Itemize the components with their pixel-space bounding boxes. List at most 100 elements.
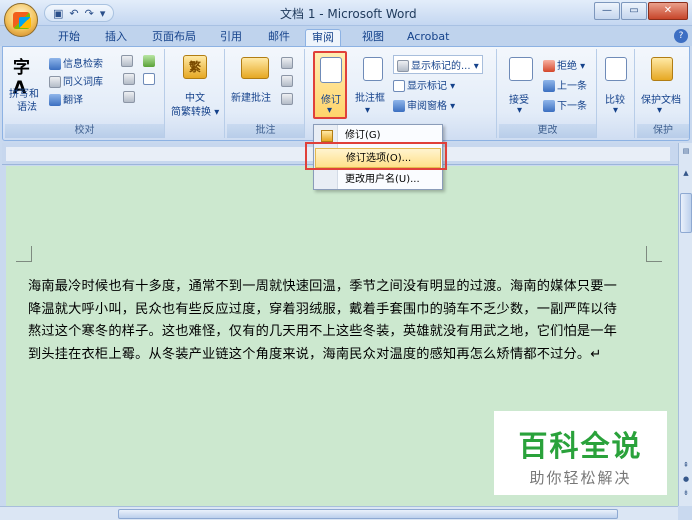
- thesaurus-button[interactable]: 同义词库: [49, 73, 103, 88]
- office-button[interactable]: [4, 3, 38, 37]
- chinese-conversion-button[interactable]: 简繁转换 ▾: [171, 103, 219, 118]
- word-count-icon: [143, 55, 155, 67]
- translation-tip-icon: [123, 73, 135, 85]
- minimize-button[interactable]: —: [594, 2, 620, 20]
- margin-corner-right: [646, 246, 662, 262]
- undo-icon[interactable]: ↶: [69, 7, 78, 20]
- menu-item-change-user-name[interactable]: 更改用户名(U)...: [315, 170, 441, 190]
- group-compare: 比较 ▾: [599, 49, 635, 138]
- tab-page-layout[interactable]: 页面布局: [146, 29, 202, 46]
- save-icon[interactable]: ▣: [53, 7, 63, 20]
- translation-tip-button[interactable]: [123, 73, 137, 85]
- next-comment-icon: [281, 93, 293, 105]
- close-button[interactable]: ✕: [648, 2, 688, 20]
- tab-mailings[interactable]: 邮件: [262, 29, 296, 46]
- ruler-toggle-icon[interactable]: ▤: [680, 145, 692, 157]
- group-protect: 保护文档 ▾ 保护: [637, 49, 689, 138]
- margin-corner-left: [16, 246, 32, 262]
- tab-view[interactable]: 视图: [356, 29, 390, 46]
- ribbon-tabs: 开始 插入 页面布局 引用 邮件 审阅 视图 Acrobat ?: [0, 26, 692, 46]
- chevron-down-icon: ▾: [214, 107, 220, 118]
- tab-insert[interactable]: 插入: [99, 29, 133, 46]
- next-comment-button[interactable]: [281, 93, 295, 105]
- protect-document-icon: [651, 57, 673, 81]
- help-icon[interactable]: ?: [674, 29, 688, 43]
- paragraph-line: 降温就大呼小叫，民众也有些反应过度，穿着羽绒服，戴着手套围巾的骑车不乏少数，一副…: [28, 301, 618, 317]
- set-language-button[interactable]: [121, 55, 135, 67]
- research-button[interactable]: 信息检索: [49, 55, 103, 70]
- maximize-button[interactable]: ▭: [621, 2, 647, 20]
- previous-page-icon[interactable]: ⇞: [680, 459, 692, 471]
- menu-item-change-tracking-options[interactable]: 修订选项(O)...: [315, 148, 441, 168]
- previous-change-icon: [543, 80, 555, 92]
- document-paragraph[interactable]: 海南最冷时候也有十多度，通常不到一周就快速回温，季节之间没有明显的过渡。海南的媒…: [28, 276, 656, 366]
- next-change-button[interactable]: 下一条: [543, 97, 587, 112]
- previous-comment-button[interactable]: [281, 75, 295, 87]
- next-page-icon[interactable]: ⇟: [680, 487, 692, 499]
- group-label-changes: 更改: [499, 124, 596, 138]
- office-logo-accent-icon: [19, 17, 31, 28]
- compare-button[interactable]: 比较: [605, 91, 625, 106]
- track-changes-label: 修订: [321, 95, 341, 106]
- customize-qat-icon[interactable]: ▾: [100, 7, 106, 20]
- compare-chevron-icon[interactable]: ▾: [613, 105, 618, 116]
- translate-button[interactable]: 翻译: [49, 91, 83, 106]
- show-markup-button[interactable]: 显示标记 ▾: [393, 77, 455, 92]
- markup-display-select[interactable]: 显示标记的... ▾: [393, 55, 483, 74]
- redo-icon[interactable]: ↷: [85, 7, 94, 20]
- horizontal-scrollbar[interactable]: [0, 506, 678, 520]
- abc-check-icon: [143, 73, 155, 85]
- tab-references[interactable]: 引用: [214, 29, 248, 46]
- tab-review[interactable]: 审阅: [305, 29, 341, 46]
- tab-acrobat[interactable]: Acrobat: [401, 29, 455, 46]
- word-count-button[interactable]: [143, 55, 157, 67]
- horizontal-scroll-thumb[interactable]: [118, 509, 618, 519]
- group-label-proofing: 校对: [5, 124, 164, 138]
- new-comment-button[interactable]: 新建批注: [231, 89, 271, 104]
- vertical-scrollbar[interactable]: ▤ ▲ ⇞ ● ⇟: [678, 143, 692, 506]
- paragraph-line: 熬过这个寒冬的样子。这也难怪，仅有的几天用不上这些冬装，英雄就没有用武之地，它们…: [28, 324, 618, 339]
- markup-display-icon: [397, 60, 409, 72]
- tab-home[interactable]: 开始: [52, 29, 86, 46]
- track-changes-button[interactable]: 修订 ▾: [313, 51, 347, 119]
- new-comment-icon: [241, 57, 269, 79]
- translate-icon: [49, 94, 61, 106]
- proofing-extra-icon: [123, 91, 135, 103]
- set-language-icon: [121, 55, 133, 67]
- scroll-up-icon[interactable]: ▲: [680, 167, 692, 179]
- paragraph-line: 海南最冷时候也有十多度，通常不到一周就快速回温，季节之间没有明显的过渡。海南的媒…: [28, 279, 618, 294]
- previous-change-button[interactable]: 上一条: [543, 77, 587, 92]
- accept-button[interactable]: 接受: [509, 91, 529, 106]
- vertical-scroll-thumb[interactable]: [680, 193, 692, 233]
- reject-icon: [543, 60, 555, 72]
- balloons-button[interactable]: 批注框: [355, 89, 385, 104]
- browse-object-icon[interactable]: ●: [680, 473, 692, 485]
- protect-document-button[interactable]: 保护文档: [641, 91, 681, 106]
- abc-check-button[interactable]: [143, 73, 157, 85]
- review-pane-icon: [393, 100, 405, 112]
- review-pane-button[interactable]: 审阅窗格 ▾: [393, 97, 455, 112]
- track-changes-dropdown: 修订(G) 修订选项(O)... 更改用户名(U)...: [313, 124, 443, 190]
- traditional-chinese-icon: 繁: [183, 55, 207, 79]
- balloons-chevron-icon[interactable]: ▾: [365, 105, 370, 116]
- reject-button[interactable]: 拒绝 ▾: [543, 57, 585, 72]
- paragraph-line: 到头挂在衣柜上霉。从冬装产业链这个角度来说，海南民众对温度的感知再怎么矫情都不过…: [28, 346, 602, 362]
- protect-chevron-icon[interactable]: ▾: [657, 105, 662, 116]
- watermark-subtitle: 助你轻松解决: [529, 469, 632, 487]
- proofing-extra-button[interactable]: [123, 91, 137, 103]
- spelling-grammar-button-line2[interactable]: 语法: [17, 98, 37, 113]
- delete-comment-button[interactable]: [281, 57, 295, 69]
- window-title: 文档 1 - Microsoft Word: [280, 7, 417, 21]
- quick-access-toolbar: ▣ ↶ ↷ ▾: [44, 4, 115, 22]
- watermark: 百科全说 助你轻松解决: [494, 411, 667, 495]
- track-changes-icon: [320, 57, 342, 83]
- group-changes: 接受 ▾ 拒绝 ▾ 上一条 下一条 更改: [499, 49, 597, 138]
- track-changes-chevron-icon: ▾: [327, 105, 333, 116]
- menu-item-track-changes[interactable]: 修订(G): [315, 126, 441, 146]
- group-proofing: 字A 拼写和 语法 信息检索 同义词库 翻译 校对: [5, 49, 165, 138]
- balloons-icon: [363, 57, 383, 81]
- spelling-grammar-icon: 字A: [13, 58, 30, 98]
- accept-chevron-icon[interactable]: ▾: [517, 105, 522, 116]
- chinese-conversion-line1[interactable]: 中文: [185, 89, 205, 104]
- window-controls: — ▭ ✕: [594, 2, 688, 20]
